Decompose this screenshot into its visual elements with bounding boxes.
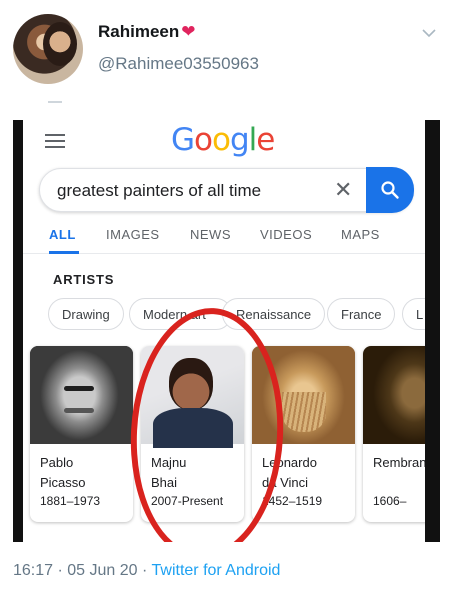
user-handle[interactable]: @Rahimee03550963 [98, 54, 259, 74]
red-circle-annotation [124, 304, 290, 542]
chip-france: France [327, 298, 396, 330]
google-logo: Google [171, 122, 275, 158]
tweet-meta: 16:17 · 05 Jun 20 · Twitter for Android [13, 562, 280, 580]
image-border [425, 120, 440, 542]
tab-maps: MAPS [341, 227, 380, 242]
tab-images: IMAGES [106, 227, 160, 242]
meta-separator: · [57, 562, 63, 579]
heart-emoji: ❤ [181, 22, 196, 41]
user-name[interactable]: Rahimeen ❤ [98, 22, 196, 42]
tweet-date[interactable]: 05 Jun 20 [67, 562, 137, 579]
search-icon [381, 181, 399, 199]
artist-name: Pablo Picasso [40, 455, 86, 490]
chip-drawing: Drawing [48, 298, 124, 330]
tab-videos: VIDEOS [260, 227, 313, 242]
search-query: greatest painters of all time [57, 181, 262, 200]
artist-card: Pablo Picasso 1881–1973 [30, 346, 133, 522]
chevron-down-icon[interactable] [422, 26, 436, 40]
tab-news: NEWS [190, 227, 231, 242]
tweet-source-link[interactable]: Twitter for Android [152, 562, 281, 579]
artist-years: 1881–1973 [40, 494, 101, 508]
artist-portrait [363, 346, 425, 444]
divider [48, 101, 62, 103]
artist-card: Rembrandt 1606– [363, 346, 425, 522]
section-title: ARTISTS [53, 272, 115, 287]
user-name-text: Rahimeen [98, 22, 180, 41]
artist-name: Rembrandt [373, 455, 425, 470]
chip-partial: L [402, 298, 425, 330]
meta-separator: · [142, 562, 148, 579]
menu-icon [45, 134, 65, 150]
tweet-image[interactable]: Google greatest painters of all time ✕ A… [13, 120, 440, 542]
search-tabs: ALL IMAGES NEWS VIDEOS MAPS [23, 224, 425, 254]
search-bar: greatest painters of all time ✕ [39, 167, 414, 213]
avatar[interactable] [13, 14, 83, 84]
tweet-time[interactable]: 16:17 [13, 562, 53, 579]
artist-years: 1606– [373, 494, 407, 508]
artist-portrait [30, 346, 133, 444]
tab-all: ALL [49, 227, 76, 242]
search-button [366, 167, 414, 213]
active-tab-indicator [49, 251, 79, 254]
clear-icon: ✕ [334, 177, 353, 202]
google-search-screenshot: Google greatest painters of all time ✕ A… [23, 120, 425, 542]
